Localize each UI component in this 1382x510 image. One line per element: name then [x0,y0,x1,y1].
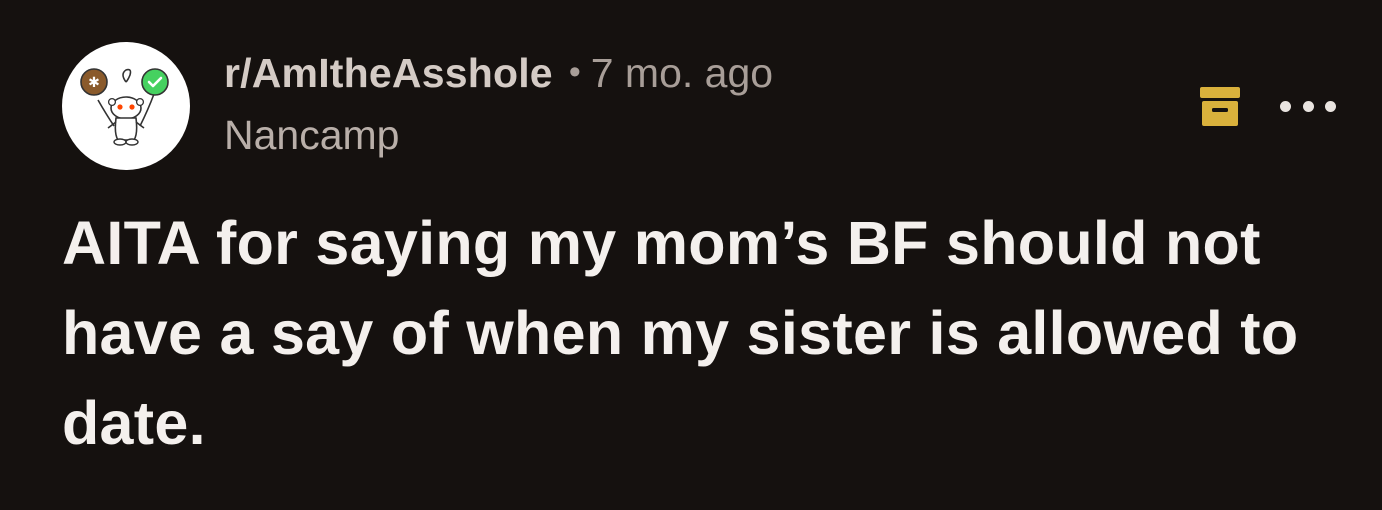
snoo-avatar-icon: ✱ [80,68,169,146]
meta-line: r/AmItheAsshole • 7 mo. ago [224,50,773,102]
author-link[interactable]: Nancamp [224,112,773,159]
more-options-icon [1302,100,1314,112]
more-options-button[interactable] [1280,92,1336,120]
meta-separator: • [568,53,581,91]
more-options-icon [1280,100,1291,112]
post-timestamp: 7 mo. ago [590,50,774,96]
archive-icon[interactable] [1198,84,1242,128]
subreddit-avatar[interactable]: ✱ [62,42,190,170]
more-options-icon [1325,100,1336,112]
post-header: ✱ r/AmItheAsshole • 7 mo. ago Nancamp AI… [0,0,1382,510]
svg-text:✱: ✱ [88,75,100,91]
post-title[interactable]: AITA for saying my mom’s BF should not h… [62,198,1342,468]
post-meta: r/AmItheAsshole • 7 mo. ago Nancamp [224,50,773,159]
subreddit-link[interactable]: r/AmItheAsshole [224,50,553,97]
